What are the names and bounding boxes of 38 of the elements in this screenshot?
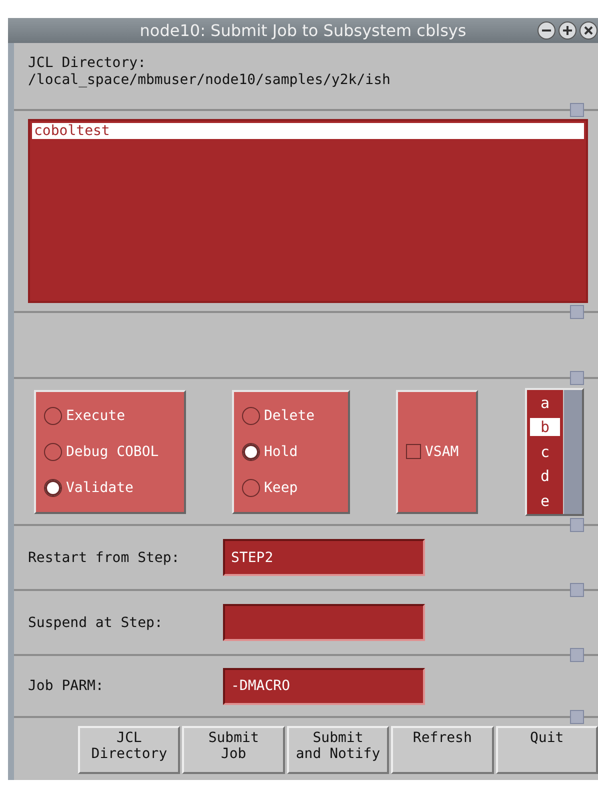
- sash-handle[interactable]: [570, 583, 584, 597]
- field-label: Restart from Step:: [28, 550, 181, 566]
- sash-handle[interactable]: [570, 371, 584, 385]
- window-title: node10: Submit Job to Subsystem cblsys: [140, 21, 466, 40]
- maximize-icon[interactable]: [558, 21, 577, 40]
- list-item[interactable]: a: [530, 394, 560, 412]
- input-field[interactable]: -DMACRO: [223, 668, 425, 704]
- action-button[interactable]: Quit: [496, 726, 598, 774]
- action-button[interactable]: JCL Directory: [78, 726, 180, 774]
- radio-option[interactable]: Hold: [242, 442, 340, 460]
- list-item[interactable]: d: [530, 467, 560, 485]
- minimize-icon[interactable]: [537, 21, 556, 40]
- sash-handle[interactable]: [570, 305, 584, 319]
- input-field[interactable]: STEP2: [223, 539, 425, 576]
- radio-option[interactable]: Delete: [242, 406, 340, 424]
- radio-option[interactable]: Debug COBOL: [44, 442, 176, 460]
- input-field[interactable]: [223, 604, 425, 641]
- radio-option[interactable]: Keep: [242, 478, 340, 496]
- action-button[interactable]: Refresh: [391, 726, 494, 774]
- list-item[interactable]: coboltest: [32, 123, 584, 139]
- sash-handle[interactable]: [570, 518, 584, 532]
- field-label: Suspend at Step:: [28, 614, 164, 630]
- list-item[interactable]: c: [530, 442, 560, 460]
- action-button[interactable]: Submit Job: [182, 726, 285, 774]
- action-button[interactable]: Submit and Notify: [286, 726, 390, 774]
- scrollbar[interactable]: [563, 390, 582, 514]
- radio-option[interactable]: Validate: [44, 478, 176, 496]
- directory-path: /local_space/mbmuser/node10/samples/y2k/ish: [28, 72, 390, 88]
- list-item[interactable]: b: [530, 418, 560, 436]
- sash-handle[interactable]: [570, 648, 584, 662]
- sash-handle[interactable]: [570, 710, 584, 724]
- close-icon[interactable]: [579, 21, 598, 40]
- radio-option[interactable]: Execute: [44, 406, 176, 424]
- sash-handle[interactable]: [570, 103, 584, 117]
- directory-label: JCL Directory:: [28, 55, 148, 71]
- list-item[interactable]: e: [530, 492, 560, 510]
- vsam-checkbox[interactable]: VSAM: [396, 390, 478, 514]
- field-label: Job PARM:: [28, 678, 105, 694]
